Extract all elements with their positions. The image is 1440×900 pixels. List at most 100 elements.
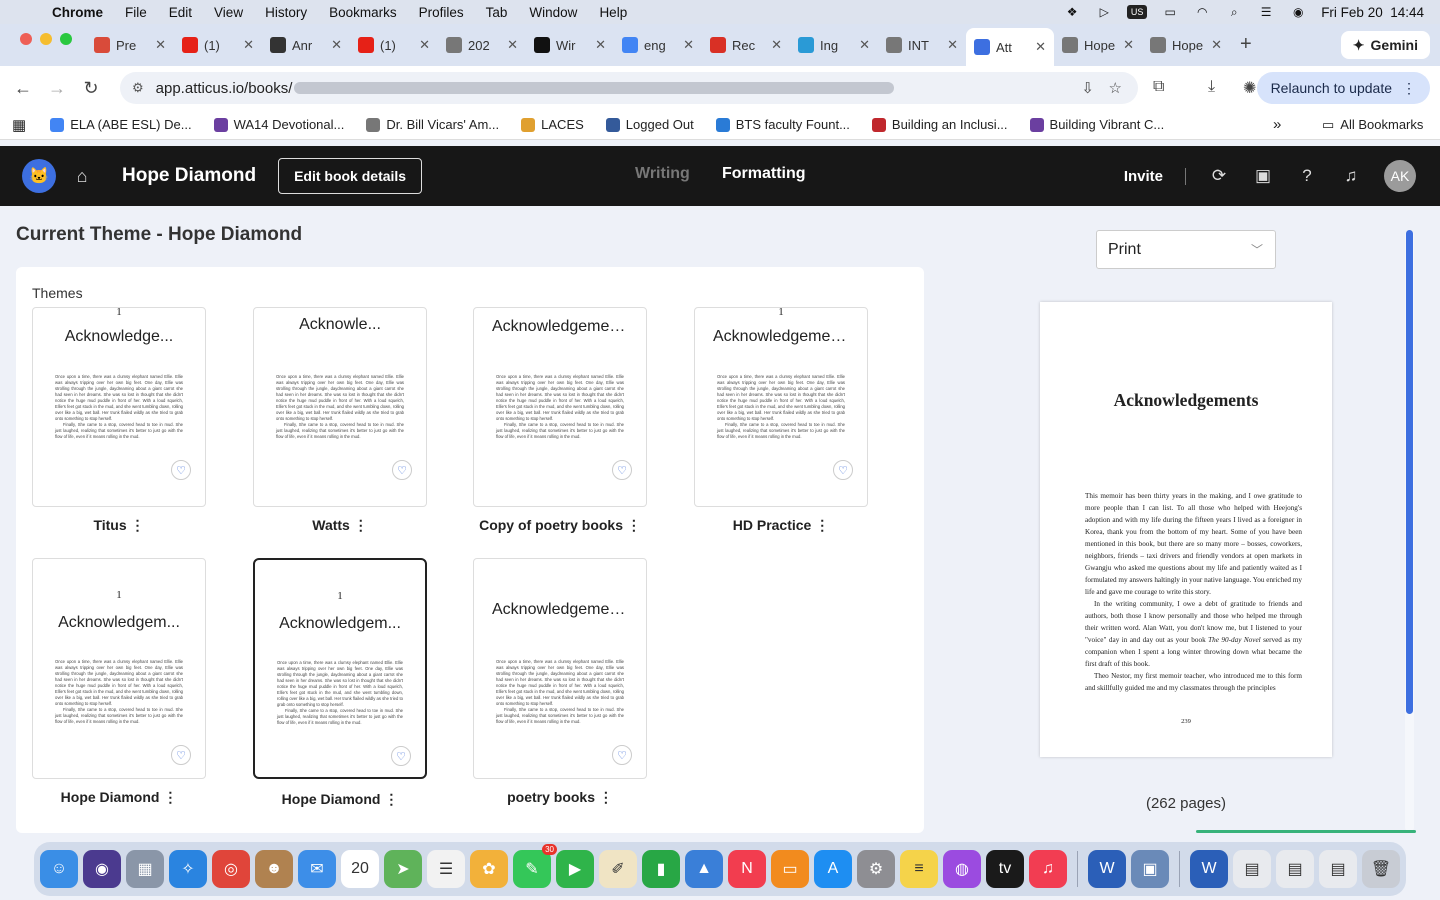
favorite-heart-icon[interactable]: ♡ bbox=[392, 460, 412, 480]
theme-card[interactable]: 1 Acknowledge... Once upon a time, there w… bbox=[32, 307, 206, 507]
theme-card[interactable]: Acknowledgements Once upon a time, there … bbox=[473, 307, 647, 507]
install-app-icon[interactable]: ⇩ bbox=[1081, 79, 1094, 97]
browser-tab[interactable]: Att ✕ bbox=[966, 28, 1054, 66]
dock-maps-icon[interactable]: ➤ bbox=[384, 850, 422, 888]
theme-name[interactable]: Hope Diamond ⋮ bbox=[32, 789, 206, 806]
menu-profiles[interactable]: Profiles bbox=[419, 5, 464, 20]
dock-podcasts-icon[interactable]: ◍ bbox=[943, 850, 981, 888]
close-tab-icon[interactable]: ✕ bbox=[859, 37, 870, 53]
all-bookmarks-folder[interactable]: ▭ All Bookmarks bbox=[1322, 117, 1423, 133]
theme-name[interactable]: Copy of poetry books ⋮ bbox=[473, 517, 647, 534]
dock-news-icon[interactable]: N bbox=[728, 850, 766, 888]
tab-formatting[interactable]: Formatting bbox=[722, 165, 806, 183]
theme-card[interactable]: Acknowledgements Once upon a time, there … bbox=[473, 558, 647, 779]
invite-button[interactable]: Invite bbox=[1124, 167, 1186, 185]
close-tab-icon[interactable]: ✕ bbox=[419, 37, 430, 53]
dock-preview-icon[interactable]: ▣ bbox=[1131, 850, 1169, 888]
menu-tab[interactable]: Tab bbox=[486, 5, 508, 20]
play-icon[interactable]: ▷ bbox=[1095, 5, 1113, 19]
dock-textedit-icon[interactable]: ✐ bbox=[599, 850, 637, 888]
menu-app-name[interactable]: Chrome bbox=[52, 5, 103, 20]
help-icon[interactable]: ? bbox=[1296, 166, 1318, 186]
site-info-icon[interactable]: ⚙ bbox=[132, 80, 144, 96]
search-icon[interactable]: ⌕ bbox=[1225, 5, 1243, 19]
dock-system-settings-icon[interactable]: ⚙ bbox=[857, 850, 895, 888]
dock-contacts-icon[interactable]: ☻ bbox=[255, 850, 293, 888]
profile-icon[interactable]: ✺ bbox=[1243, 78, 1256, 98]
bookmark-item[interactable]: Dr. Bill Vicars' Am... bbox=[366, 117, 499, 132]
control-center-icon[interactable]: ☰ bbox=[1257, 5, 1275, 19]
menu-bookmarks[interactable]: Bookmarks bbox=[329, 5, 397, 20]
forward-icon[interactable]: → bbox=[40, 78, 74, 99]
theme-card[interactable]: 1 Acknowledgem... Once upon a time, there … bbox=[32, 558, 206, 779]
gemini-button[interactable]: ✦ Gemini bbox=[1340, 31, 1430, 59]
browser-tab[interactable]: Wir ✕ bbox=[526, 28, 614, 62]
theme-card[interactable]: 1 Acknowledgem... Once upon a time, there … bbox=[253, 558, 427, 779]
back-icon[interactable]: ← bbox=[6, 78, 40, 99]
dock-reminders-icon[interactable]: ☰ bbox=[427, 850, 465, 888]
reload-icon[interactable]: ↻ bbox=[74, 78, 108, 99]
dropbox-icon[interactable]: ❖ bbox=[1063, 5, 1081, 19]
menubar-clock[interactable]: Fri Feb 20 14:44 bbox=[1321, 5, 1424, 20]
bell-icon[interactable]: ♫ bbox=[1340, 166, 1362, 186]
menu-view[interactable]: View bbox=[214, 5, 243, 20]
avatar[interactable]: AK bbox=[1384, 160, 1416, 192]
atticus-logo[interactable]: 🐱 bbox=[22, 159, 56, 193]
siri-icon[interactable]: ◉ bbox=[1289, 5, 1307, 19]
menu-file[interactable]: File bbox=[125, 5, 147, 20]
favorite-heart-icon[interactable]: ♡ bbox=[171, 745, 191, 765]
bookmark-item[interactable]: Building an Inclusi... bbox=[871, 117, 1008, 132]
dock-apple-tv-icon[interactable]: tv bbox=[986, 850, 1024, 888]
favorite-heart-icon[interactable]: ♡ bbox=[612, 460, 632, 480]
edit-book-details-button[interactable]: Edit book details bbox=[278, 158, 423, 194]
browser-tab[interactable]: Anr ✕ bbox=[262, 28, 350, 62]
tab-writing[interactable]: Writing bbox=[635, 165, 690, 183]
browser-tab[interactable]: Pre ✕ bbox=[86, 28, 174, 62]
dock-music-icon[interactable]: ♫ bbox=[1029, 850, 1067, 888]
close-tab-icon[interactable]: ✕ bbox=[1123, 37, 1134, 53]
save-icon[interactable]: ▣ bbox=[1252, 166, 1274, 186]
dock-launchpad-icon[interactable]: ▦ bbox=[126, 850, 164, 888]
dock-messages-icon[interactable]: ✎ 30 bbox=[513, 844, 557, 888]
bookmark-item[interactable]: LACES bbox=[521, 117, 584, 132]
format-select[interactable]: Print ﹀ bbox=[1096, 230, 1276, 269]
close-tab-icon[interactable]: ✕ bbox=[155, 37, 166, 53]
dock-siri-icon[interactable]: ◉ bbox=[83, 850, 121, 888]
theme-card[interactable]: 1 Acknowledgements Once upon a time, there… bbox=[694, 307, 868, 507]
close-tab-icon[interactable]: ✕ bbox=[595, 37, 606, 53]
dock-file2-icon[interactable]: ▤ bbox=[1319, 850, 1357, 888]
input-source-indicator[interactable]: US bbox=[1127, 5, 1148, 19]
bookmark-item[interactable]: Logged Out bbox=[605, 117, 694, 132]
menu-window[interactable]: Window bbox=[529, 5, 577, 20]
theme-name[interactable]: Hope Diamond ⋮ bbox=[253, 791, 427, 808]
close-window-button[interactable] bbox=[20, 33, 32, 45]
scrollbar-thumb[interactable] bbox=[1406, 230, 1413, 714]
zoom-window-button[interactable] bbox=[60, 33, 72, 45]
dock-file-icon[interactable]: ▤ bbox=[1276, 850, 1314, 888]
bookmark-item[interactable]: ELA (ABE ESL) De... bbox=[50, 117, 192, 132]
browser-tab[interactable]: eng ✕ bbox=[614, 28, 702, 62]
dock-chrome-icon[interactable]: ◎ bbox=[212, 850, 250, 888]
close-tab-icon[interactable]: ✕ bbox=[1211, 37, 1222, 53]
browser-tab[interactable]: Ing ✕ bbox=[790, 28, 878, 62]
favorite-heart-icon[interactable]: ♡ bbox=[171, 460, 191, 480]
browser-tab[interactable]: Hope D ✕ bbox=[1054, 28, 1142, 62]
dock-books-icon[interactable]: ▭ bbox=[771, 850, 809, 888]
close-tab-icon[interactable]: ✕ bbox=[683, 37, 694, 53]
menu-history[interactable]: History bbox=[265, 5, 307, 20]
theme-name[interactable]: HD Practice ⋮ bbox=[694, 517, 868, 534]
menu-edit[interactable]: Edit bbox=[169, 5, 192, 20]
address-bar[interactable]: ⚙ app.atticus.io/books/ ⇩ ☆ bbox=[120, 72, 1138, 104]
menu-help[interactable]: Help bbox=[599, 5, 627, 20]
close-tab-icon[interactable]: ✕ bbox=[243, 37, 254, 53]
close-tab-icon[interactable]: ✕ bbox=[507, 37, 518, 53]
theme-name[interactable]: Watts ⋮ bbox=[253, 517, 427, 534]
favorite-heart-icon[interactable]: ♡ bbox=[391, 746, 411, 766]
dock-mail-icon[interactable]: ✉ bbox=[298, 850, 336, 888]
new-tab-button[interactable]: + bbox=[1240, 33, 1252, 56]
home-icon[interactable]: ⌂ bbox=[70, 166, 94, 187]
browser-tab[interactable]: (1) ✕ bbox=[350, 28, 438, 62]
browser-tab[interactable]: (1) ✕ bbox=[174, 28, 262, 62]
dock-word-doc-icon[interactable]: W bbox=[1190, 850, 1228, 888]
relaunch-to-update-button[interactable]: Relaunch to update ⋮ bbox=[1256, 72, 1430, 104]
